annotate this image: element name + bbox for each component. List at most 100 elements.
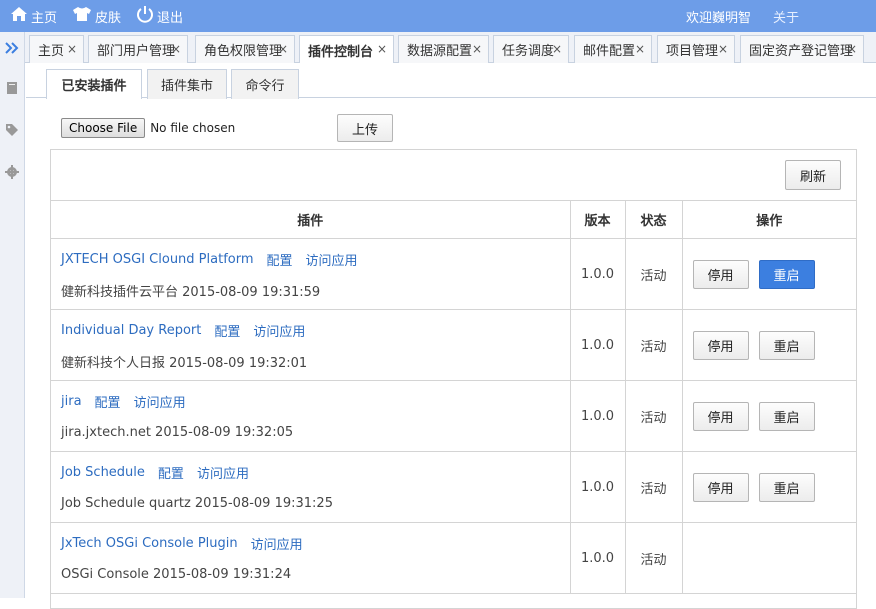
- plugin-name-link[interactable]: JXTECH OSGI Clound Platform: [61, 252, 254, 267]
- tab-dept-users[interactable]: 部门用户管理 ×: [88, 35, 188, 63]
- tab-project-manage[interactable]: 项目管理 ×: [657, 35, 735, 63]
- home-icon: [10, 6, 31, 26]
- welcome-text: 欢迎巍明智: [686, 10, 752, 26]
- table-row: JXTECH OSGI Clound Platform 配置 访问应用 健新科技…: [51, 238, 856, 310]
- choose-file-button[interactable]: Choose File: [61, 118, 146, 138]
- disable-button[interactable]: 停用: [692, 330, 749, 360]
- subtab-plugin-market[interactable]: 插件集市: [147, 69, 227, 99]
- close-icon[interactable]: ×: [472, 42, 482, 56]
- actions-cell: 停用 重启: [681, 451, 856, 523]
- actions-cell: 停用 重启: [681, 380, 856, 452]
- table-row: Job Schedule 配置 访问应用 Job Schedule quartz…: [51, 451, 856, 523]
- visit-app-link[interactable]: 访问应用: [134, 392, 186, 411]
- close-icon[interactable]: ×: [377, 42, 387, 56]
- refresh-button[interactable]: 刷新: [785, 160, 841, 190]
- plugin-cell: JXTECH OSGI Clound Platform 配置 访问应用 健新科技…: [51, 238, 570, 310]
- column-header-actions: 操作: [681, 200, 856, 239]
- file-input[interactable]: Choose File No file chosen: [61, 118, 235, 138]
- column-header-status: 状态: [624, 200, 682, 239]
- status-cell: 活动: [624, 522, 682, 594]
- about-link[interactable]: 关于: [773, 0, 799, 32]
- expand-icon[interactable]: [4, 40, 20, 56]
- visit-app-link[interactable]: 访问应用: [306, 250, 358, 269]
- tab-task-schedule[interactable]: 任务调度 ×: [493, 35, 569, 63]
- home-link[interactable]: 主页: [10, 0, 57, 32]
- tab-label: 角色权限管理: [204, 44, 283, 59]
- close-icon[interactable]: ×: [171, 42, 181, 56]
- upload-button[interactable]: 上传: [337, 114, 393, 142]
- content-area: 已安装插件 插件集市 命令行 Choose File No file chose…: [26, 63, 876, 609]
- table-row: Individual Day Report 配置 访问应用 健新科技个人日报 2…: [51, 309, 856, 381]
- logout-link[interactable]: 退出: [136, 0, 183, 32]
- plugin-name-link[interactable]: JxTech OSGi Console Plugin: [61, 536, 238, 551]
- status-cell: 活动: [624, 309, 682, 381]
- table-row: JxTech OSGi Console Plugin 访问应用 OSGi Con…: [51, 522, 856, 594]
- home-label: 主页: [31, 10, 58, 26]
- restart-button[interactable]: 重启: [758, 330, 815, 360]
- close-icon[interactable]: ×: [718, 42, 728, 56]
- plugin-cell: Job Schedule 配置 访问应用 Job Schedule quartz…: [51, 451, 570, 523]
- plugin-name-link[interactable]: jira: [61, 394, 82, 409]
- version-cell: 1.0.0: [569, 380, 625, 452]
- tab-datasource-config[interactable]: 数据源配置 ×: [398, 35, 489, 63]
- configure-link[interactable]: 配置: [158, 463, 184, 482]
- actions-cell: [681, 522, 856, 594]
- skin-link[interactable]: 皮肤: [72, 0, 121, 32]
- subtab-command-line[interactable]: 命令行: [231, 69, 299, 99]
- plugin-panel: 刷新 插件 版本 状态 操作 JXTECH OSGI Clound Platfo…: [50, 149, 857, 609]
- gear-icon[interactable]: [4, 164, 20, 180]
- plugin-cell: Individual Day Report 配置 访问应用 健新科技个人日报 2…: [51, 309, 570, 381]
- status-cell: 活动: [624, 451, 682, 523]
- close-icon[interactable]: ×: [278, 42, 288, 56]
- visit-app-link[interactable]: 访问应用: [251, 534, 303, 553]
- status-cell: 活动: [624, 380, 682, 452]
- plugin-cell: JxTech OSGi Console Plugin 访问应用 OSGi Con…: [51, 522, 570, 594]
- close-icon[interactable]: ×: [552, 42, 562, 56]
- logout-label: 退出: [157, 10, 184, 26]
- tab-label: 任务调度: [502, 44, 555, 59]
- plugin-description: 健新科技插件云平台 2015-08-09 19:31:59: [61, 284, 321, 300]
- actions-cell: 停用 重启: [681, 238, 856, 310]
- restart-button[interactable]: 重启: [758, 401, 815, 431]
- column-header-version: 版本: [569, 200, 625, 239]
- version-cell: 1.0.0: [569, 522, 625, 594]
- no-file-text: No file chosen: [150, 121, 236, 135]
- tab-label: 数据源配置: [407, 44, 473, 59]
- plugin-table: 插件 版本 状态 操作 JXTECH OSGI Clound Platform …: [51, 200, 856, 594]
- disable-button[interactable]: 停用: [692, 259, 749, 289]
- configure-link[interactable]: 配置: [95, 392, 121, 411]
- version-cell: 1.0.0: [569, 309, 625, 381]
- configure-link[interactable]: 配置: [214, 321, 240, 340]
- tab-label: 插件控制台: [308, 44, 374, 60]
- close-icon[interactable]: ×: [847, 42, 857, 56]
- plugin-description: 健新科技个人日报 2015-08-09 19:32:01: [61, 355, 308, 371]
- sidebar: [0, 32, 25, 598]
- subtab-installed-plugins[interactable]: 已安装插件: [46, 69, 142, 99]
- shirt-icon: [72, 6, 95, 26]
- plugin-name-link[interactable]: Individual Day Report: [61, 323, 201, 338]
- tab-plugin-console[interactable]: 插件控制台 ×: [299, 35, 394, 64]
- plugin-name-link[interactable]: Job Schedule: [61, 465, 145, 480]
- restart-button[interactable]: 重启: [758, 259, 815, 289]
- tab-fixed-assets[interactable]: 固定资产登记管理 ×: [740, 35, 864, 63]
- top-bar: 主页 皮肤 退出 欢迎巍明智 关于: [0, 0, 876, 32]
- close-icon[interactable]: ×: [635, 42, 645, 56]
- tab-role-permissions[interactable]: 角色权限管理 ×: [195, 35, 295, 63]
- main-tab-bar: 主页 × 部门用户管理 × 角色权限管理 × 插件控制台 × 数据源配置 × 任…: [25, 32, 876, 64]
- tab-label: 邮件配置: [583, 44, 636, 59]
- restart-button[interactable]: 重启: [758, 472, 815, 502]
- visit-app-link[interactable]: 访问应用: [197, 463, 249, 482]
- tag-icon[interactable]: [4, 122, 20, 138]
- disable-button[interactable]: 停用: [692, 472, 749, 502]
- visit-app-link[interactable]: 访问应用: [253, 321, 305, 340]
- configure-link[interactable]: 配置: [267, 250, 293, 269]
- status-cell: 活动: [624, 238, 682, 310]
- version-cell: 1.0.0: [569, 451, 625, 523]
- tab-home[interactable]: 主页 ×: [29, 35, 84, 63]
- plugin-description: Job Schedule quartz 2015-08-09 19:31:25: [61, 495, 333, 511]
- table-row: jira 配置 访问应用 jira.jxtech.net 2015-08-09 …: [51, 380, 856, 452]
- disable-button[interactable]: 停用: [692, 401, 749, 431]
- tab-mail-config[interactable]: 邮件配置 ×: [574, 35, 652, 63]
- book-icon[interactable]: [4, 80, 20, 96]
- close-icon[interactable]: ×: [67, 42, 77, 56]
